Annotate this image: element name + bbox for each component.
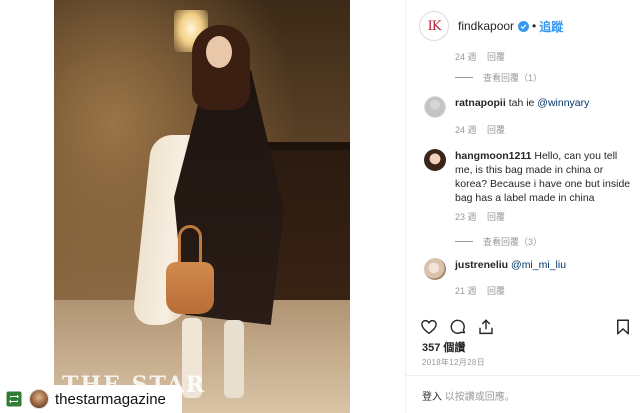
comment-username[interactable]: justreneliu — [455, 259, 508, 271]
comment-icon[interactable] — [449, 318, 467, 336]
comment-age: 21 週 — [455, 286, 477, 296]
comment-avatar[interactable] — [424, 149, 446, 171]
comment-age: 24 週 — [455, 52, 477, 62]
view-replies-line — [455, 77, 473, 78]
view-replies-label: 查看回覆（1） — [483, 73, 543, 83]
photo-bag-strap — [178, 225, 202, 267]
comment-age: 24 週 — [455, 125, 477, 135]
view-replies-label: 查看回覆（3） — [483, 237, 543, 247]
heart-icon[interactable] — [420, 318, 438, 336]
account-avatar-logo: IK — [427, 18, 442, 34]
comment-body: tah ie — [508, 97, 538, 109]
post-header: IK findkapoor • 追蹤 — [405, 8, 640, 44]
repost-credit: thestarmagazine — [0, 385, 182, 413]
repost-icon — [6, 391, 22, 407]
comment-mention[interactable]: @mi_mi_liu — [511, 259, 566, 271]
comment-item: hangmoon1211 Hello, can you tell me, is … — [424, 149, 633, 205]
view-replies-button[interactable]: 查看回覆（1） — [455, 71, 542, 84]
photo-bag — [166, 262, 214, 314]
post-date: 2018年12月28日 — [422, 358, 485, 367]
account-username[interactable]: findkapoor — [458, 19, 514, 33]
comment-meta: 23 週 回覆 — [455, 210, 505, 223]
credit-avatar — [29, 389, 49, 409]
view-replies-line — [455, 241, 473, 242]
comment-age: 23 週 — [455, 212, 477, 222]
like-count[interactable]: 357 個讚 — [422, 339, 465, 355]
account-avatar[interactable]: IK — [419, 11, 449, 41]
comment-avatar[interactable] — [424, 96, 446, 118]
reply-button[interactable]: 回覆 — [487, 52, 505, 62]
photo-boot-right — [224, 320, 244, 398]
bookmark-icon[interactable] — [614, 318, 632, 336]
post-photo[interactable]: THE STAR — [54, 0, 350, 413]
share-icon[interactable] — [477, 318, 495, 336]
view-replies-button[interactable]: 查看回覆（3） — [455, 235, 542, 248]
comment-meta: 24 週 回覆 — [455, 123, 505, 136]
photo-face — [206, 36, 232, 68]
reply-button[interactable]: 回覆 — [487, 212, 505, 222]
comment-item: ratnapopii tah ie @winnyary — [424, 96, 633, 118]
reply-button[interactable]: 回覆 — [487, 286, 505, 296]
comment-username[interactable]: ratnapopii — [455, 97, 506, 109]
comment-item: justreneliu @mi_mi_liu — [424, 258, 633, 280]
comment-text: ratnapopii tah ie @winnyary — [455, 96, 633, 118]
header-separator: • — [532, 19, 537, 33]
follow-button[interactable]: 追蹤 — [539, 18, 563, 35]
login-prompt: 登入 以按讚或回應。 — [422, 388, 515, 403]
comment-meta: 24 週 回覆 — [455, 50, 505, 63]
login-link[interactable]: 登入 — [422, 392, 442, 403]
verified-badge-icon — [518, 20, 530, 32]
comment-meta: 21 週 回覆 — [455, 284, 505, 297]
action-bar — [420, 318, 634, 338]
reply-button[interactable]: 回覆 — [487, 125, 505, 135]
comment-text: justreneliu @mi_mi_liu — [455, 258, 633, 280]
credit-username: thestarmagazine — [55, 390, 166, 408]
comment-text: hangmoon1211 Hello, can you tell me, is … — [455, 149, 633, 205]
comment-avatar[interactable] — [424, 258, 446, 280]
panel-divider — [405, 375, 640, 376]
comment-mention[interactable]: @winnyary — [537, 97, 589, 109]
login-prompt-text: 以按讚或回應。 — [444, 392, 515, 403]
comment-username[interactable]: hangmoon1211 — [455, 150, 531, 162]
